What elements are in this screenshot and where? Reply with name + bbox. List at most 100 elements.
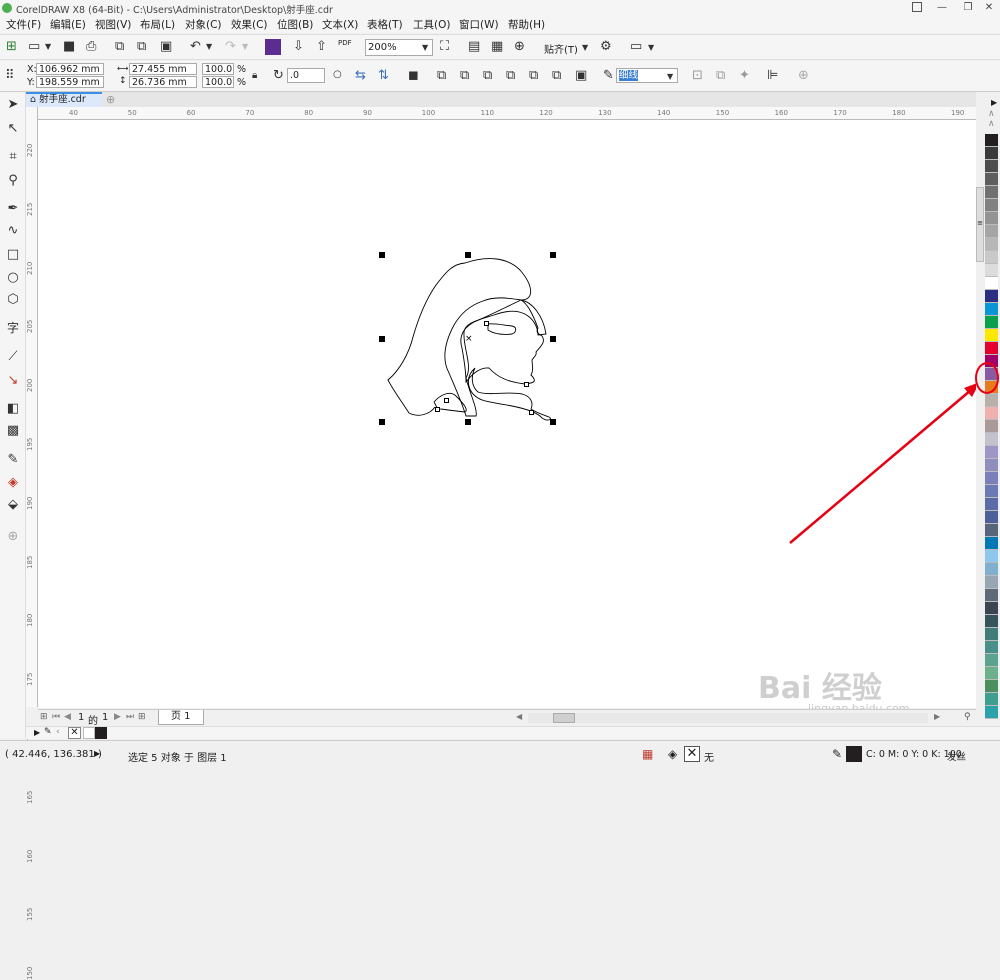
- open-dropdown-icon[interactable]: ▼: [45, 39, 51, 55]
- color-swatch[interactable]: [985, 251, 998, 264]
- doc-palette-menu-icon[interactable]: ▶: [34, 728, 40, 737]
- lock-ratio-icon[interactable]: 🔒︎: [252, 68, 257, 84]
- color-swatch[interactable]: [985, 615, 998, 628]
- path-node[interactable]: [435, 407, 440, 412]
- show-rulers-icon[interactable]: ▤: [468, 39, 480, 55]
- path-node[interactable]: [529, 410, 534, 415]
- redo-icon[interactable]: ↷: [225, 39, 236, 55]
- artistic-media-icon[interactable]: ∿: [4, 222, 22, 240]
- import-icon[interactable]: ⇩: [293, 39, 304, 55]
- snap-to-menu[interactable]: 贴齐(T): [544, 41, 578, 56]
- next-page-icon[interactable]: ▶: [114, 712, 121, 722]
- combine-icon[interactable]: ◼: [408, 68, 419, 84]
- color-swatch[interactable]: [985, 134, 998, 147]
- application-launcher-icon[interactable]: ▭: [630, 39, 642, 55]
- color-swatch[interactable]: [985, 407, 998, 420]
- y-position-field[interactable]: 198.559 mm: [36, 76, 104, 88]
- pick-tool-icon[interactable]: ➤: [4, 96, 22, 114]
- color-swatch[interactable]: [985, 147, 998, 160]
- color-swatch[interactable]: [985, 212, 998, 225]
- front-minus-back-icon[interactable]: ⧉: [529, 68, 538, 84]
- color-swatch[interactable]: [985, 290, 998, 303]
- create-boundary-icon[interactable]: ▣: [575, 68, 587, 84]
- shape-tool-icon[interactable]: ↖: [4, 120, 22, 138]
- handle-top-center[interactable]: [465, 252, 471, 258]
- zoom-tool-icon[interactable]: ⚲: [4, 172, 22, 190]
- color-swatch[interactable]: [985, 277, 998, 290]
- redo-dropdown-icon[interactable]: ▼: [242, 39, 248, 55]
- launcher-dropdown-icon[interactable]: ▼: [648, 40, 654, 56]
- undo-dropdown-icon[interactable]: ▼: [206, 39, 212, 55]
- color-eyedropper-icon[interactable]: ✎: [4, 451, 22, 469]
- color-swatch[interactable]: [985, 693, 998, 706]
- hscroll-right-icon[interactable]: ▶: [934, 712, 940, 721]
- color-swatch[interactable]: [985, 329, 998, 342]
- color-swatch[interactable]: [985, 303, 998, 316]
- color-swatch[interactable]: [985, 342, 998, 355]
- page-tab[interactable]: 页 1: [158, 710, 204, 725]
- menu-tools[interactable]: 工具(O): [413, 17, 450, 32]
- polygon-tool-icon[interactable]: ⬡: [4, 291, 22, 309]
- text-tool-icon[interactable]: 字: [4, 319, 22, 337]
- panel-expand-icon[interactable]: ▶: [991, 98, 997, 107]
- handle-bottom-right[interactable]: [550, 419, 556, 425]
- color-swatch[interactable]: [985, 459, 998, 472]
- color-swatch[interactable]: [985, 316, 998, 329]
- go-last-icon[interactable]: ⏭: [126, 712, 134, 722]
- parallel-dimension-icon[interactable]: ⟋: [4, 348, 22, 366]
- handle-bottom-left[interactable]: [379, 419, 385, 425]
- menu-layout[interactable]: 布局(L): [140, 17, 175, 32]
- doc-palette-eyedropper-icon[interactable]: ✎: [44, 727, 52, 737]
- simplify-icon[interactable]: ⧉: [506, 68, 515, 84]
- doc-palette-none-swatch[interactable]: ✕: [68, 727, 81, 739]
- print-icon[interactable]: ⎙: [86, 39, 96, 55]
- palette-scrollbar[interactable]: ≡: [976, 187, 984, 262]
- back-minus-front-icon[interactable]: ⧉: [552, 68, 561, 84]
- doc-palette-black-swatch[interactable]: [95, 727, 107, 739]
- menu-text[interactable]: 文本(X): [322, 17, 358, 32]
- doc-palette-scroll-icon[interactable]: ‹: [56, 727, 60, 737]
- status-expand-icon[interactable]: ▶: [94, 749, 100, 758]
- object-origin-icon[interactable]: ⠿: [5, 68, 15, 84]
- fill-none-swatch[interactable]: ✕: [684, 746, 700, 762]
- menu-help[interactable]: 帮助(H): [508, 17, 545, 32]
- close-button[interactable]: ✕: [976, 0, 1000, 16]
- doc-palette-white-swatch[interactable]: [83, 727, 95, 739]
- rotation-angle-field[interactable]: .0: [287, 68, 325, 83]
- zoom-dropdown-icon[interactable]: ▼: [422, 40, 428, 56]
- outline-dropdown-icon[interactable]: ▼: [667, 69, 673, 85]
- x-position-field[interactable]: 106.962 mm: [36, 63, 104, 75]
- full-screen-icon[interactable]: ⛶: [440, 39, 449, 55]
- prev-page-icon[interactable]: ◀: [64, 712, 71, 722]
- mirror-horizontal-icon[interactable]: ⇆: [355, 68, 366, 84]
- mirror-vertical-icon[interactable]: ⇅: [378, 68, 389, 84]
- cut-icon[interactable]: ⧉: [115, 39, 124, 55]
- connector-tool-icon[interactable]: ↘: [4, 372, 22, 390]
- menu-file[interactable]: 文件(F): [6, 17, 41, 32]
- show-grid-icon[interactable]: ▦: [491, 39, 503, 55]
- scale-y-field[interactable]: 100.0: [202, 76, 234, 88]
- drop-shadow-icon[interactable]: ◧: [4, 400, 22, 418]
- menu-object[interactable]: 对象(C): [185, 17, 222, 32]
- height-field[interactable]: 26.736 mm: [129, 76, 197, 88]
- color-swatch[interactable]: [985, 238, 998, 251]
- color-swatch[interactable]: [985, 537, 998, 550]
- publish-pdf-icon[interactable]: PDF: [338, 39, 352, 47]
- smart-fill-icon[interactable]: ⬙: [4, 496, 22, 514]
- go-first-icon[interactable]: ⏮: [52, 712, 60, 722]
- scale-x-field[interactable]: 100.0: [202, 63, 234, 75]
- snap-dropdown-icon[interactable]: ▼: [582, 40, 588, 56]
- palette-scroll-up-icon[interactable]: ∧: [988, 109, 995, 119]
- open-icon[interactable]: ▭: [28, 39, 40, 55]
- break-apart-icon[interactable]: ✦: [739, 68, 750, 84]
- outline-color-swatch[interactable]: [846, 746, 862, 762]
- document-tab[interactable]: ⌂ 射手座.cdr: [26, 92, 102, 107]
- path-node[interactable]: [524, 382, 529, 387]
- handle-middle-right[interactable]: [550, 336, 556, 342]
- handle-top-left[interactable]: [379, 252, 385, 258]
- color-swatch[interactable]: [985, 589, 998, 602]
- crop-tool-icon[interactable]: ⌗: [4, 148, 22, 166]
- export-icon[interactable]: ⇧: [316, 39, 327, 55]
- color-swatch[interactable]: [985, 628, 998, 641]
- new-tab-icon[interactable]: ⊕: [106, 93, 115, 106]
